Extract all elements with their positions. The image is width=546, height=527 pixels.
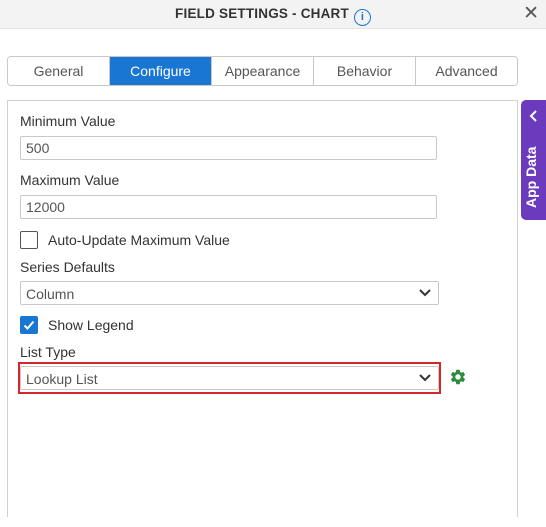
series-defaults-select[interactable]: Column: [20, 281, 439, 305]
app-data-label: App Data: [523, 146, 539, 208]
close-icon[interactable]: ✕: [523, 4, 539, 23]
dialog-title-row: FIELD SETTINGS - CHART i: [0, 6, 546, 26]
show-legend-label: Show Legend: [48, 317, 134, 333]
maximum-value-input[interactable]: [20, 195, 437, 219]
show-legend-checkbox[interactable]: [20, 316, 38, 334]
tab-general[interactable]: General: [8, 57, 109, 85]
minimum-value-label: Minimum Value: [20, 113, 116, 129]
info-icon[interactable]: i: [353, 9, 371, 26]
dialog-title: FIELD SETTINGS - CHART: [175, 6, 349, 21]
series-defaults-label: Series Defaults: [20, 259, 115, 275]
chevron-down-icon: [419, 374, 431, 382]
chevron-down-icon: [419, 289, 431, 297]
settings-tabs: General Configure Appearance Behavior Ad…: [7, 56, 518, 86]
auto-update-label: Auto-Update Maximum Value: [48, 232, 230, 248]
chevron-left-icon: [529, 110, 537, 122]
app-data-tab[interactable]: App Data: [521, 100, 546, 220]
tab-appearance[interactable]: Appearance: [211, 57, 313, 85]
list-type-value: Lookup List: [26, 371, 98, 387]
configure-panel: Minimum Value Maximum Value Auto-Update …: [7, 100, 518, 517]
list-type-select[interactable]: Lookup List: [20, 366, 439, 390]
auto-update-checkbox[interactable]: [20, 231, 38, 249]
list-type-label: List Type: [20, 344, 76, 360]
checkmark-icon: [23, 320, 35, 330]
maximum-value-label: Maximum Value: [20, 172, 120, 188]
minimum-value-input[interactable]: [20, 136, 437, 160]
tab-configure[interactable]: Configure: [109, 57, 211, 85]
gear-icon[interactable]: [449, 368, 467, 386]
tab-behavior[interactable]: Behavior: [313, 57, 415, 85]
dialog-header: FIELD SETTINGS - CHART i ✕: [0, 0, 546, 29]
tab-advanced[interactable]: Advanced: [415, 57, 517, 85]
series-defaults-value: Column: [26, 286, 75, 302]
